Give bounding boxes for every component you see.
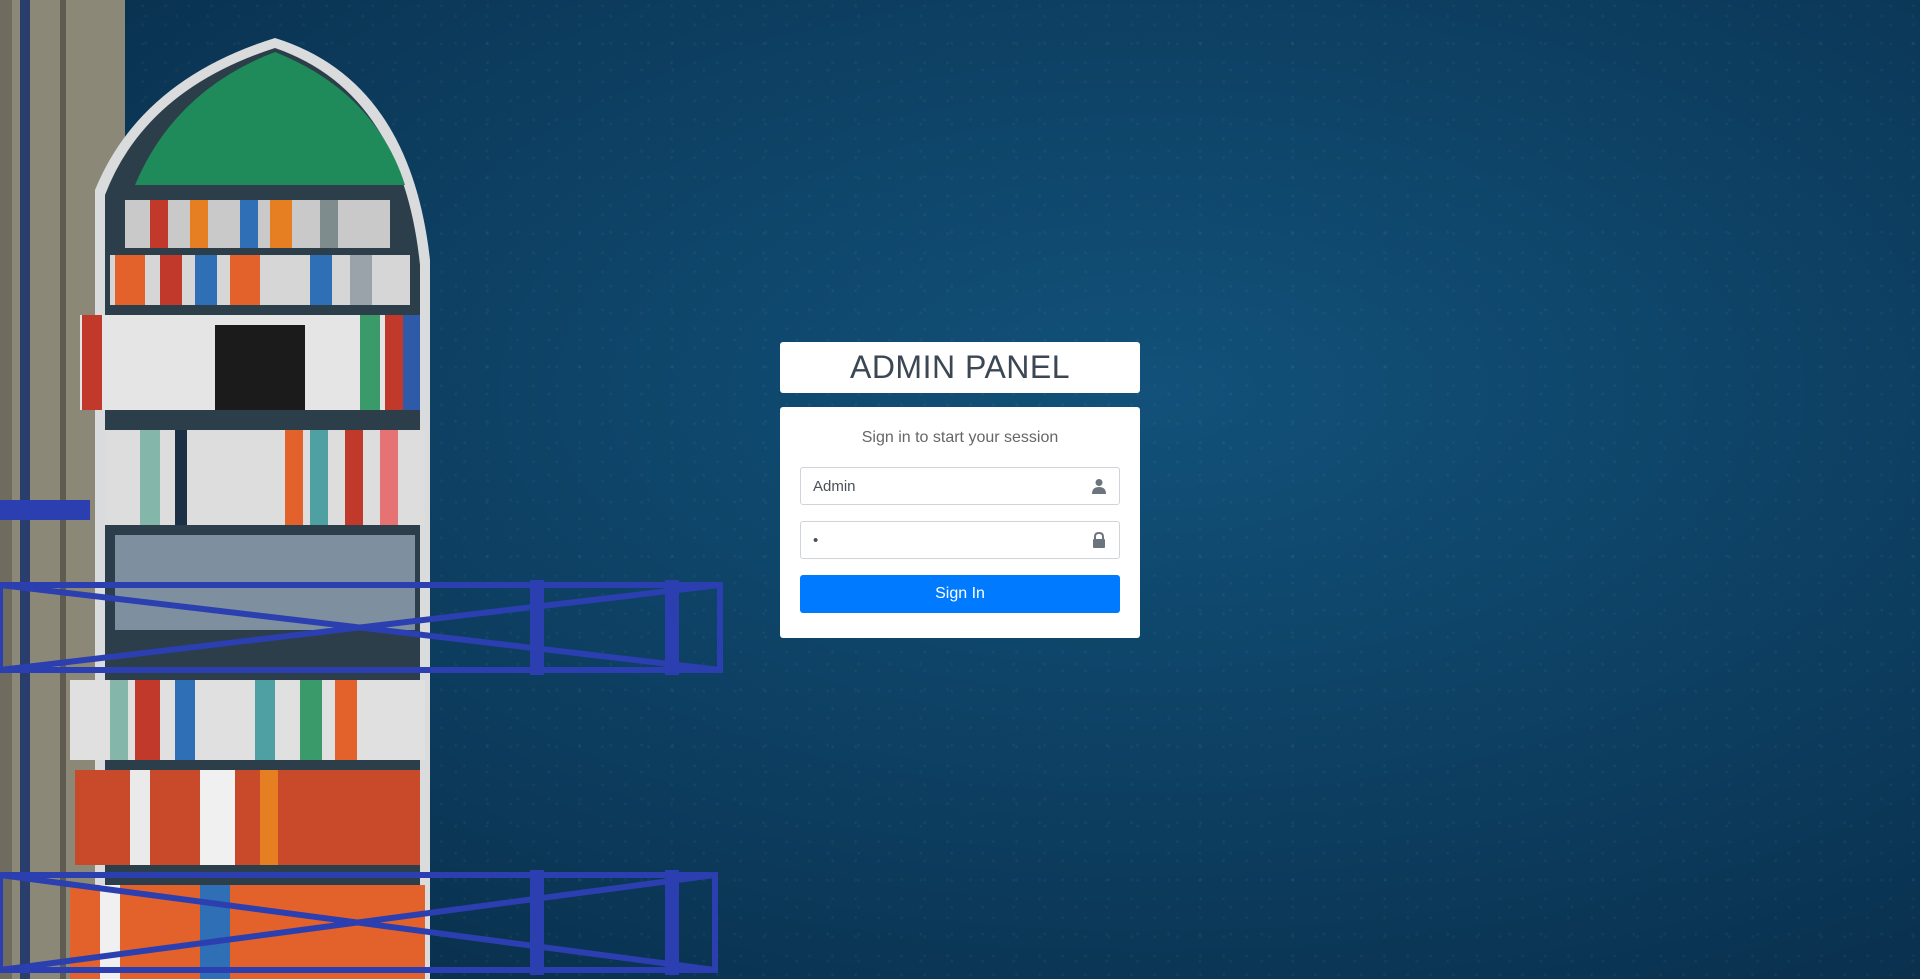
login-card: Sign in to start your session Sign In — [780, 407, 1140, 638]
login-box: ADMIN PANEL Sign in to start your sessio… — [780, 342, 1140, 638]
username-input[interactable] — [801, 468, 1079, 504]
app-title: ADMIN PANEL — [849, 349, 1071, 385]
sign-in-button[interactable]: Sign In — [800, 575, 1120, 613]
username-group — [800, 467, 1120, 505]
container-ship-image — [0, 0, 723, 979]
password-group — [800, 521, 1120, 559]
logo-panel: ADMIN PANEL — [780, 342, 1140, 393]
password-input[interactable] — [801, 522, 1079, 558]
lock-icon — [1079, 522, 1119, 558]
user-icon — [1079, 468, 1119, 504]
login-message: Sign in to start your session — [861, 429, 1059, 446]
